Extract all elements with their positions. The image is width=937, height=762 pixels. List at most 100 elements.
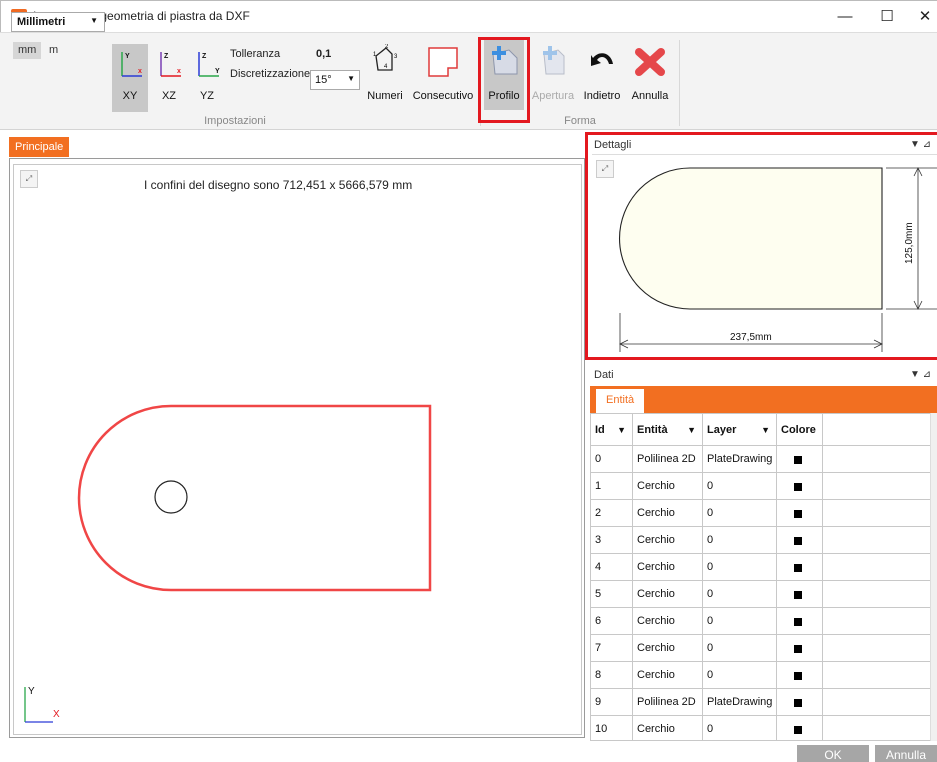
data-panel-header: Dati ▼ ⊿	[590, 366, 937, 384]
panel-menu-icon[interactable]: ▼ ⊿	[910, 369, 931, 380]
svg-text:Z: Z	[202, 53, 207, 60]
filter-icon[interactable]: ▼	[617, 414, 626, 446]
ribbon-separator	[679, 40, 680, 126]
axis-y-label: Y	[28, 686, 35, 697]
cell-layer: 0	[703, 662, 777, 689]
unit-mm-button[interactable]: mm	[13, 42, 42, 59]
color-swatch	[794, 510, 802, 518]
chevron-down-icon: ▼	[90, 16, 98, 25]
table-row[interactable]: 6 Cerchio 0	[591, 608, 936, 635]
cell-id: 6	[591, 608, 633, 635]
unit-m-button[interactable]: m	[44, 42, 63, 59]
cell-id: 1	[591, 473, 633, 500]
table-row[interactable]: 5 Cerchio 0	[591, 581, 936, 608]
axes-xy-icon: Y x	[121, 52, 142, 77]
axes-xz-icon: Z x	[160, 52, 181, 77]
color-swatch	[794, 699, 802, 707]
table-row[interactable]: 0 Polilinea 2D PlateDrawing	[591, 446, 936, 473]
cancel-button[interactable]: Annulla	[875, 745, 937, 762]
cell-id: 3	[591, 527, 633, 554]
title-bar: ⋈ Importa una geometria di piastra da DX…	[0, 0, 937, 32]
cell-id: 2	[591, 500, 633, 527]
opening-label: Apertura	[531, 90, 575, 102]
filter-icon[interactable]: ▼	[687, 414, 696, 446]
cell-entity: Cerchio	[633, 527, 703, 554]
cell-id: 4	[591, 554, 633, 581]
back-button[interactable]: Indietro	[579, 40, 625, 110]
plane-xy-label: XY	[122, 90, 138, 102]
column-header-layer[interactable]: Layer ▼	[703, 414, 777, 446]
table-row[interactable]: 1 Cerchio 0	[591, 473, 936, 500]
cell-entity: Cerchio	[633, 581, 703, 608]
plane-xy-button[interactable]: Y x XY	[112, 44, 148, 112]
filter-icon[interactable]: ▼	[761, 414, 770, 446]
table-row[interactable]: 7 Cerchio 0	[591, 635, 936, 662]
table-row[interactable]: 10 Cerchio 0	[591, 716, 936, 740]
column-header-id[interactable]: Id ▼	[591, 414, 633, 446]
table-row[interactable]: 8 Cerchio 0	[591, 662, 936, 689]
cell-entity: Cerchio	[633, 554, 703, 581]
consecutive-label: Consecutivo	[412, 90, 474, 102]
main-drawing: Y X	[24, 404, 432, 723]
discretization-dropdown[interactable]: 15° ▼	[310, 70, 360, 90]
add-opening-icon	[543, 46, 565, 75]
tab-entita[interactable]: Entità	[596, 389, 645, 413]
color-swatch	[794, 483, 802, 491]
opening-button[interactable]: Apertura	[530, 40, 576, 110]
unit-dropdown[interactable]: Millimetri ▼	[11, 12, 105, 32]
cell-entity: Cerchio	[633, 716, 703, 740]
back-label: Indietro	[583, 90, 621, 102]
cell-entity: Cerchio	[633, 635, 703, 662]
ok-button[interactable]: OK	[797, 745, 869, 762]
table-row[interactable]: 3 Cerchio 0	[591, 527, 936, 554]
cell-entity: Polilinea 2D	[633, 689, 703, 716]
details-highlight-frame	[585, 132, 937, 360]
plane-yz-button[interactable]: Z Y YZ	[189, 44, 225, 112]
color-swatch	[794, 537, 802, 545]
forma-group-label: Forma	[564, 115, 596, 127]
color-swatch	[794, 672, 802, 680]
annulla-ribbon-label: Annulla	[631, 90, 669, 102]
cell-id: 5	[591, 581, 633, 608]
tab-principale[interactable]: Principale	[9, 137, 69, 157]
cell-id: 0	[591, 446, 633, 473]
impostazioni-group-label: Impostazioni	[204, 115, 266, 127]
plane-xz-label: XZ	[161, 90, 177, 102]
color-swatch	[794, 564, 802, 572]
cell-entity: Polilinea 2D	[633, 446, 703, 473]
minimize-button[interactable]: —	[825, 5, 865, 29]
plane-xz-button[interactable]: Z x XZ	[151, 44, 187, 112]
cell-id: 10	[591, 716, 633, 740]
tolerance-value[interactable]: 0,1	[316, 48, 331, 60]
cell-layer: 0	[703, 500, 777, 527]
cell-layer: PlateDrawing	[703, 689, 777, 716]
cell-layer: 0	[703, 554, 777, 581]
plane-yz-label: YZ	[199, 90, 215, 102]
cell-layer: PlateDrawing	[703, 446, 777, 473]
annulla-ribbon-button[interactable]: Annulla	[626, 40, 674, 110]
color-swatch	[794, 456, 802, 464]
import-dxf-window: ⋈ Importa una geometria di piastra da DX…	[0, 0, 937, 762]
maximize-button[interactable]: ☐	[867, 5, 907, 29]
hole-circle	[154, 480, 188, 514]
table-row[interactable]: 9 Polilinea 2D PlateDrawing	[591, 689, 936, 716]
tolerance-label: Tolleranza	[230, 48, 281, 60]
column-header-entity[interactable]: Entità ▼	[633, 414, 703, 446]
cell-layer: 0	[703, 581, 777, 608]
numbers-button[interactable]: 1 2 3 4 Numeri	[364, 40, 406, 110]
consecutive-shape-icon	[428, 47, 458, 77]
undo-arrow-icon	[591, 53, 613, 66]
table-row[interactable]: 2 Cerchio 0	[591, 500, 936, 527]
cell-id: 7	[591, 635, 633, 662]
plate-outline-shape	[77, 404, 432, 592]
consecutive-button[interactable]: Consecutivo	[409, 40, 477, 110]
grid-scrollbar[interactable]	[930, 413, 937, 741]
discretization-value: 15°	[315, 74, 332, 86]
column-header-color[interactable]: Colore	[777, 414, 823, 446]
close-button[interactable]: ✕	[905, 5, 937, 29]
table-row[interactable]: 4 Cerchio 0	[591, 554, 936, 581]
svg-text:4: 4	[384, 64, 388, 70]
numbers-label: Numeri	[367, 90, 403, 102]
cell-layer: 0	[703, 527, 777, 554]
svg-text:2: 2	[385, 44, 389, 50]
